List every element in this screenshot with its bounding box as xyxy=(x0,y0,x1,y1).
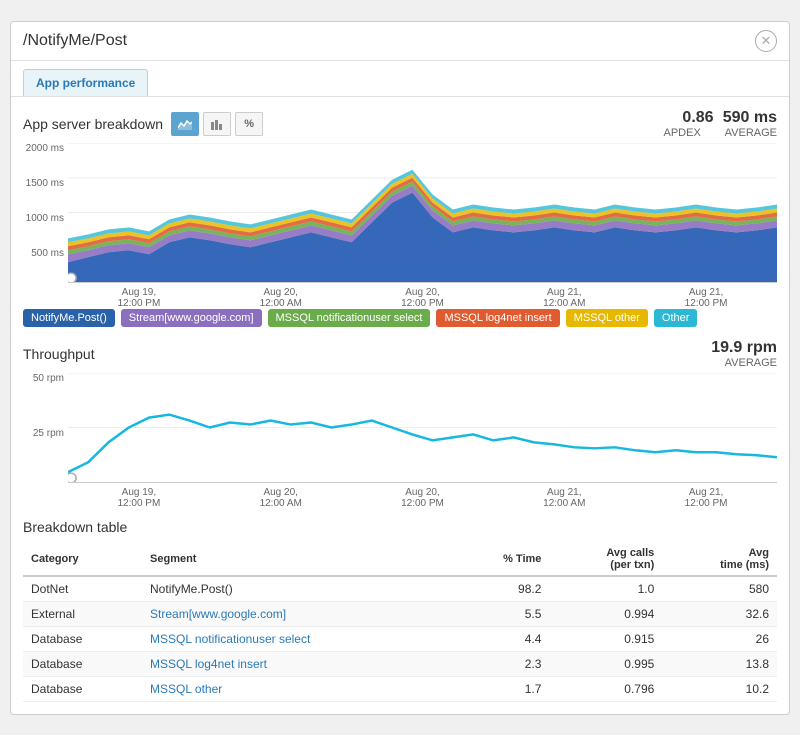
col-category: Category xyxy=(23,543,142,576)
tabs-bar: App performance xyxy=(11,61,789,97)
col-pct-time: % Time xyxy=(453,543,549,576)
throughput-x-labels: Aug 19,12:00 PM Aug 20,12:00 AM Aug 20,1… xyxy=(68,487,777,509)
app-server-breakdown-title: App server breakdown xyxy=(23,116,163,132)
x-label-2: Aug 20,12:00 AM xyxy=(210,287,352,309)
cell-avg-time: 13.8 xyxy=(662,651,777,676)
main-content: App server breakdown xyxy=(11,97,789,714)
y-label-1000: 1000 ms xyxy=(23,213,64,224)
throughput-section: Throughput 19.9 rpm AVERAGE 50 rpm 25 rp… xyxy=(23,339,777,503)
cell-avg-calls: 0.995 xyxy=(549,651,662,676)
table-row: External Stream[www.google.com] 5.5 0.99… xyxy=(23,601,777,626)
col-avg-time: Avgtime (ms) xyxy=(662,543,777,576)
throughput-title: Throughput xyxy=(23,346,95,362)
col-segment: Segment xyxy=(142,543,453,576)
legend-mssql-other[interactable]: MSSQL other xyxy=(566,309,648,327)
cell-avg-time: 32.6 xyxy=(662,601,777,626)
apdex-average-meta: 0.86 590 ms APDEX AVERAGE xyxy=(663,109,777,139)
throughput-y-25: 25 rpm xyxy=(23,428,64,439)
app-server-breakdown-header: App server breakdown xyxy=(23,109,777,139)
app-server-chart-container: 2000 ms 1500 ms 1000 ms 500 ms xyxy=(23,143,777,303)
cell-avg-calls: 0.994 xyxy=(549,601,662,626)
col-avg-calls: Avg calls(per txn) xyxy=(549,543,662,576)
close-button[interactable]: ✕ xyxy=(755,30,777,52)
bar-chart-icon[interactable] xyxy=(203,112,231,136)
legend-other[interactable]: Other xyxy=(654,309,698,327)
cell-segment: NotifyMe.Post() xyxy=(142,576,453,602)
cell-pct-time: 5.5 xyxy=(453,601,549,626)
average-label: AVERAGE xyxy=(725,127,777,139)
x-label-4: Aug 21,12:00 AM xyxy=(493,287,635,309)
section-title-area: App server breakdown xyxy=(23,112,263,136)
cell-segment[interactable]: MSSQL log4net insert xyxy=(142,651,453,676)
y-label-500: 500 ms xyxy=(23,248,64,259)
table-row: DotNet NotifyMe.Post() 98.2 1.0 580 xyxy=(23,576,777,602)
table-row: Database MSSQL other 1.7 0.796 10.2 xyxy=(23,676,777,701)
cell-segment[interactable]: Stream[www.google.com] xyxy=(142,601,453,626)
app-server-x-labels: Aug 19,12:00 PM Aug 20,12:00 AM Aug 20,1… xyxy=(68,287,777,309)
table-row: Database MSSQL notificationuser select 4… xyxy=(23,626,777,651)
legend-mssql-log4net[interactable]: MSSQL log4net insert xyxy=(436,309,559,327)
breakdown-table: Category Segment % Time Avg calls(per tx… xyxy=(23,543,777,702)
throughput-y-50: 50 rpm xyxy=(23,373,64,384)
throughput-chart-container: 50 rpm 25 rpm Aug 19,12:00 PM xyxy=(23,373,777,503)
cell-category: Database xyxy=(23,651,142,676)
throughput-average-label: AVERAGE xyxy=(725,357,777,369)
apdex-label: APDEX xyxy=(663,127,700,139)
t-x-label-4: Aug 21,12:00 AM xyxy=(493,487,635,509)
breakdown-title: Breakdown table xyxy=(23,519,777,535)
main-window: /NotifyMe/Post ✕ App performance App ser… xyxy=(10,21,790,715)
y-label-1500: 1500 ms xyxy=(23,178,64,189)
cell-category: External xyxy=(23,601,142,626)
t-x-label-3: Aug 20,12:00 PM xyxy=(352,487,494,509)
cell-category: Database xyxy=(23,626,142,651)
cell-pct-time: 2.3 xyxy=(453,651,549,676)
toolbar-icons: % xyxy=(171,112,263,136)
percent-icon[interactable]: % xyxy=(235,112,263,136)
cell-avg-calls: 0.915 xyxy=(549,626,662,651)
t-x-label-2: Aug 20,12:00 AM xyxy=(210,487,352,509)
cell-avg-calls: 1.0 xyxy=(549,576,662,602)
legend-stream[interactable]: Stream[www.google.com] xyxy=(121,309,262,327)
t-x-label-1: Aug 19,12:00 PM xyxy=(68,487,210,509)
average-value: 590 ms xyxy=(723,109,777,126)
x-label-5: Aug 21,12:00 PM xyxy=(635,287,777,309)
throughput-meta: 19.9 rpm AVERAGE xyxy=(711,339,777,369)
table-row: Database MSSQL log4net insert 2.3 0.995 … xyxy=(23,651,777,676)
throughput-average-value: 19.9 rpm xyxy=(711,339,777,356)
x-label-1: Aug 19,12:00 PM xyxy=(68,287,210,309)
throughput-header: Throughput 19.9 rpm AVERAGE xyxy=(23,339,777,369)
cell-pct-time: 98.2 xyxy=(453,576,549,602)
cell-category: DotNet xyxy=(23,576,142,602)
legend-mssql-notificationuser[interactable]: MSSQL notificationuser select xyxy=(268,309,431,327)
cell-avg-time: 26 xyxy=(662,626,777,651)
chart-legend: NotifyMe.Post() Stream[www.google.com] M… xyxy=(23,309,777,327)
cell-avg-time: 10.2 xyxy=(662,676,777,701)
cell-pct-time: 4.4 xyxy=(453,626,549,651)
cell-pct-time: 1.7 xyxy=(453,676,549,701)
x-label-3: Aug 20,12:00 PM xyxy=(352,287,494,309)
window-title: /NotifyMe/Post xyxy=(23,32,127,50)
area-chart-icon[interactable] xyxy=(171,112,199,136)
breakdown-section: Breakdown table Category Segment % Time … xyxy=(23,519,777,702)
cell-category: Database xyxy=(23,676,142,701)
t-x-label-5: Aug 21,12:00 PM xyxy=(635,487,777,509)
app-server-chart-area xyxy=(68,143,777,283)
tab-app-performance[interactable]: App performance xyxy=(23,69,148,96)
y-label-2000: 2000 ms xyxy=(23,143,64,154)
cell-avg-time: 580 xyxy=(662,576,777,602)
legend-notifyme[interactable]: NotifyMe.Post() xyxy=(23,309,115,327)
throughput-chart-area xyxy=(68,373,777,483)
app-server-y-labels: 2000 ms 1500 ms 1000 ms 500 ms xyxy=(23,143,68,283)
cell-avg-calls: 0.796 xyxy=(549,676,662,701)
throughput-y-labels: 50 rpm 25 rpm xyxy=(23,373,68,483)
cell-segment[interactable]: MSSQL other xyxy=(142,676,453,701)
cell-segment[interactable]: MSSQL notificationuser select xyxy=(142,626,453,651)
apdex-value: 0.86 xyxy=(682,109,713,126)
titlebar: /NotifyMe/Post ✕ xyxy=(11,22,789,61)
